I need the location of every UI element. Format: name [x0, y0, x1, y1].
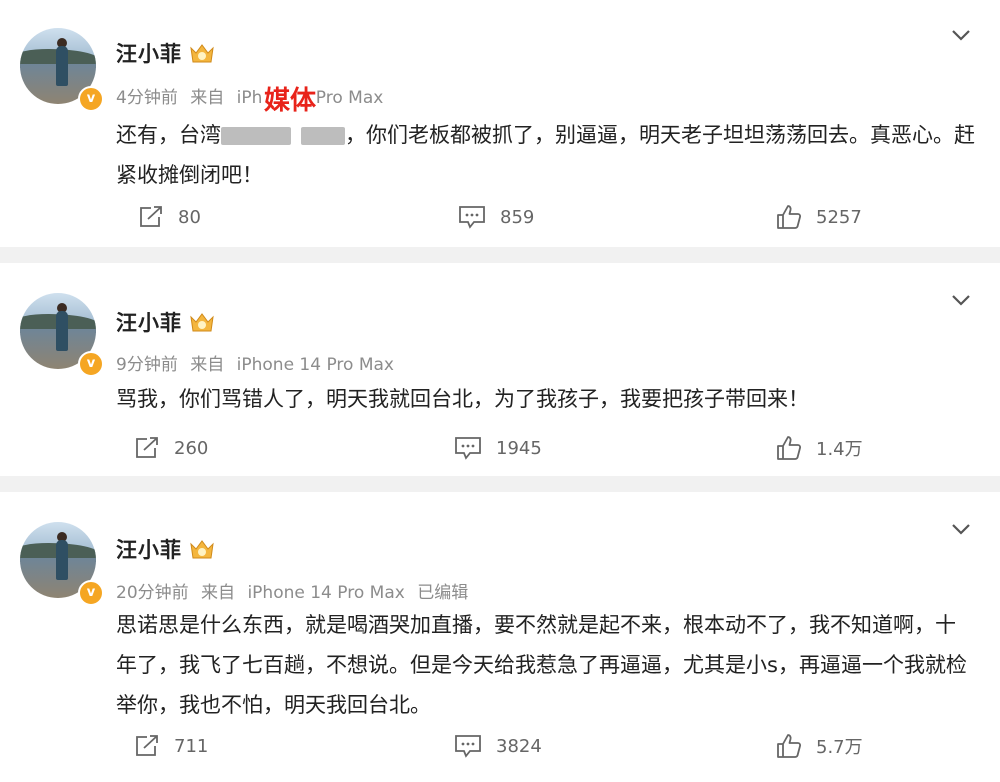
- crown-member-icon: [190, 540, 214, 559]
- repost-icon: [136, 735, 158, 756]
- overlay-label: 媒体: [264, 86, 317, 116]
- thumbs-up-icon: [777, 436, 802, 460]
- user-name[interactable]: 汪小菲: [116, 307, 182, 337]
- post-meta: 4分钟前 来自 iPh Pro Max: [116, 83, 390, 108]
- comment-count: 859: [500, 206, 535, 228]
- source-prefix: 来自: [190, 88, 225, 108]
- repost-icon: [136, 437, 158, 458]
- crown-member-icon: [190, 44, 214, 63]
- repost-button[interactable]: 80: [138, 197, 201, 237]
- chevron-down-icon[interactable]: [950, 518, 972, 540]
- post-time: 9分钟前: [116, 355, 178, 375]
- repost-button[interactable]: 711: [134, 726, 208, 766]
- comment-button[interactable]: 3824: [454, 726, 542, 766]
- comment-count: 1945: [496, 437, 542, 459]
- like-count: 5257: [816, 206, 862, 228]
- post-text: 思诺思是什么东西，就是喝酒哭加直播，要不然就是起不来，根本动不了，我不知道啊，十…: [116, 613, 967, 717]
- repost-count: 260: [174, 437, 209, 459]
- source-prefix: 来自: [190, 355, 225, 375]
- post-card: v 汪小菲 4分钟前 来自 iPh Pro Max 媒体 还有，台湾 ，你们老板都…: [0, 0, 1000, 247]
- action-bar: 711 3824 5.7万: [0, 726, 1000, 766]
- post-meta: 9分钟前 来自 iPhone 14 Pro Max: [116, 350, 401, 375]
- comment-count: 3824: [496, 735, 542, 757]
- comment-button[interactable]: 859: [458, 197, 534, 237]
- thumbs-up-icon: [777, 205, 802, 229]
- post-time: 20分钟前: [116, 583, 189, 603]
- device-tail: Pro Max: [315, 88, 384, 108]
- repost-icon: [140, 206, 162, 227]
- post-time: 4分钟前: [116, 88, 178, 108]
- device-name: iPh: [236, 88, 263, 108]
- crown-member-icon: [190, 313, 214, 332]
- comment-icon: [455, 735, 481, 758]
- user-name[interactable]: 汪小菲: [116, 38, 182, 68]
- post-text-part: 还有，台湾: [116, 123, 221, 147]
- weibo-feed: v 汪小菲 4分钟前 来自 iPh Pro Max 媒体 还有，台湾 ，你们老板都…: [0, 0, 1000, 782]
- edited-label: 已编辑: [417, 583, 469, 603]
- device-name: iPhone 14 Pro Max: [247, 583, 405, 603]
- repost-button[interactable]: 260: [134, 428, 208, 468]
- comment-icon: [455, 437, 481, 460]
- like-button[interactable]: 5257: [776, 197, 862, 237]
- like-count: 1.4万: [816, 439, 863, 460]
- post-meta: 20分钟前 来自 iPhone 14 Pro Max 已编辑: [116, 578, 475, 603]
- like-button[interactable]: 1.4万: [776, 428, 863, 468]
- like-button[interactable]: 5.7万: [776, 726, 863, 766]
- source-prefix: 来自: [201, 583, 236, 603]
- repost-count: 711: [174, 735, 209, 757]
- chevron-down-icon[interactable]: [950, 24, 972, 46]
- verified-badge-icon: v: [78, 351, 104, 377]
- post-text: 还有，台湾 ，你们老板都被抓了，别逼逼，明天老子坦坦荡荡回去。真恶心。赶紧收摊倒闭…: [116, 115, 976, 195]
- comment-icon: [459, 206, 485, 229]
- post-text: 骂我，你们骂错人了，明天我就回台北，为了我孩子，我要把孩子带回来！: [116, 387, 809, 411]
- like-count: 5.7万: [816, 737, 863, 758]
- action-bar: 260 1945 1.4万: [0, 428, 1000, 468]
- post-card: v 汪小菲 20分钟前 来自 iPhone 14 Pro Max 已编辑 思诺思…: [0, 492, 1000, 782]
- user-name[interactable]: 汪小菲: [116, 534, 182, 564]
- comment-button[interactable]: 1945: [454, 428, 542, 468]
- device-name: iPhone 14 Pro Max: [236, 355, 394, 375]
- verified-badge-icon: v: [78, 580, 104, 606]
- repost-count: 80: [178, 206, 201, 228]
- redacted-text: [221, 127, 291, 145]
- thumbs-up-icon: [777, 734, 802, 758]
- post-card: v 汪小菲 9分钟前 来自 iPhone 14 Pro Max 骂我，你们骂错人…: [0, 263, 1000, 476]
- action-bar: 80 859 5257: [0, 197, 1000, 237]
- redacted-text: [301, 127, 345, 145]
- chevron-down-icon[interactable]: [950, 289, 972, 311]
- verified-badge-icon: v: [78, 86, 104, 112]
